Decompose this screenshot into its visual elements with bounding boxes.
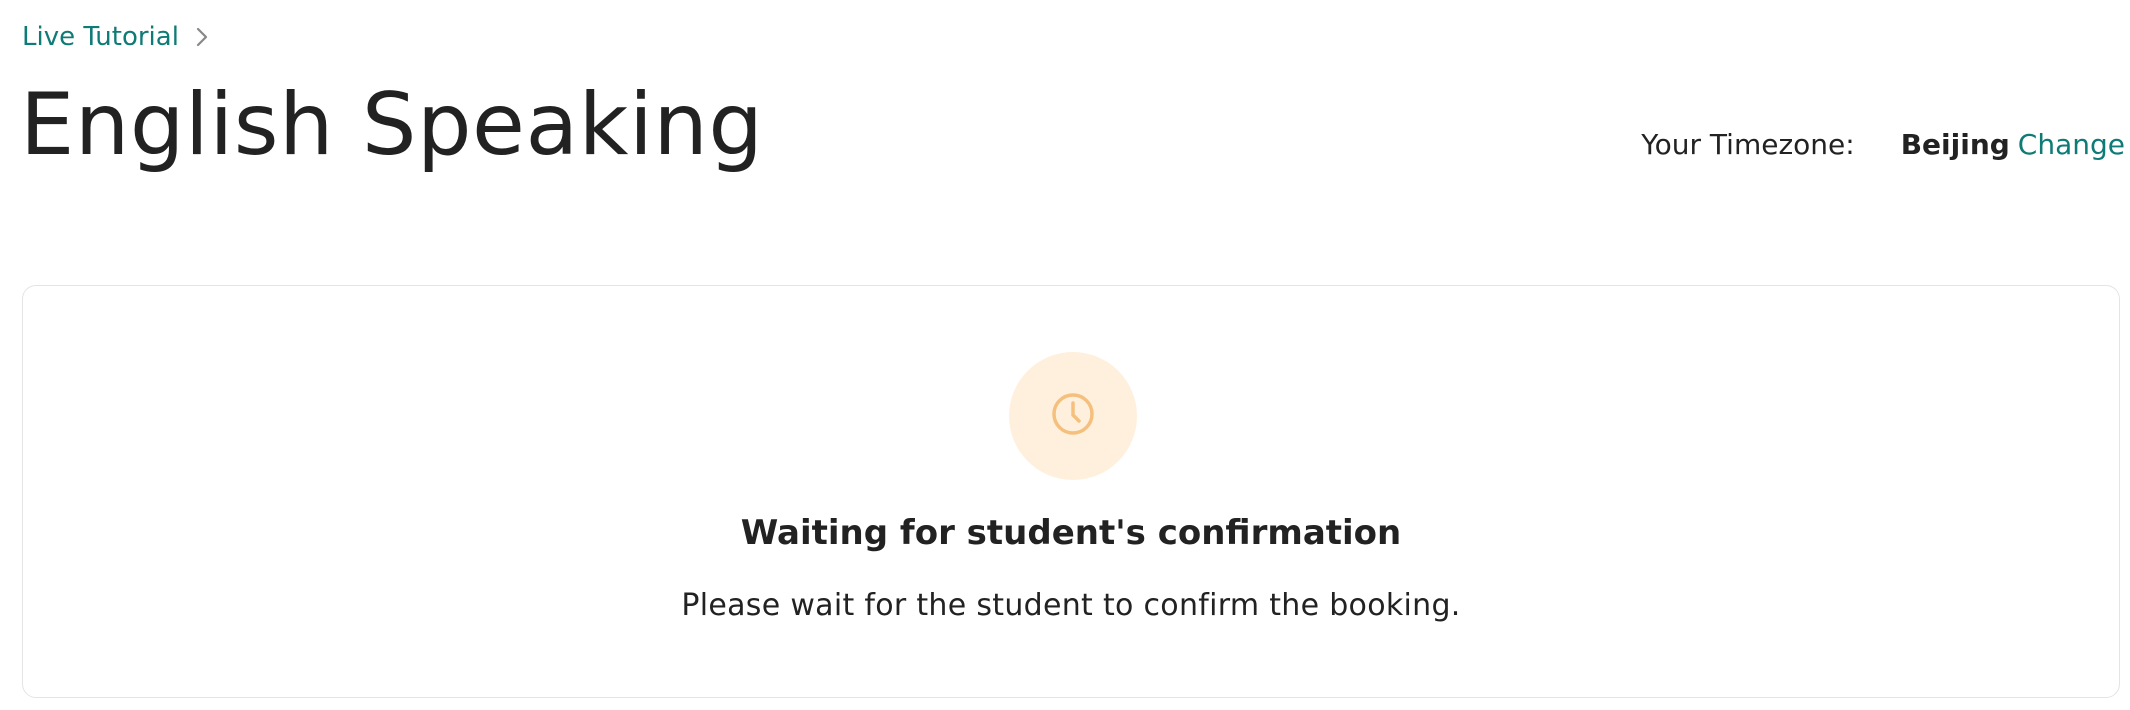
status-icon-badge: [1009, 352, 1137, 480]
timezone-info: Your Timezone: Beijing Change: [1641, 128, 2125, 161]
breadcrumb-link-live-tutorial[interactable]: Live Tutorial: [22, 22, 179, 52]
status-title: Waiting for student's confirmation: [740, 513, 1402, 553]
status-card: Waiting for student's confirmation Pleas…: [22, 285, 2120, 698]
chevron-right-icon: [195, 26, 209, 48]
change-timezone-link[interactable]: Change: [2018, 128, 2125, 161]
page-title: English Speaking: [20, 75, 764, 175]
timezone-label: Your Timezone:: [1641, 128, 1855, 161]
status-message: Please wait for the student to confirm t…: [681, 588, 1461, 623]
page: Live Tutorial English Speaking Your Time…: [0, 0, 2130, 710]
timezone-value: Beijing: [1900, 128, 2010, 161]
clock-icon: [1049, 390, 1097, 442]
breadcrumb: Live Tutorial: [22, 20, 209, 54]
